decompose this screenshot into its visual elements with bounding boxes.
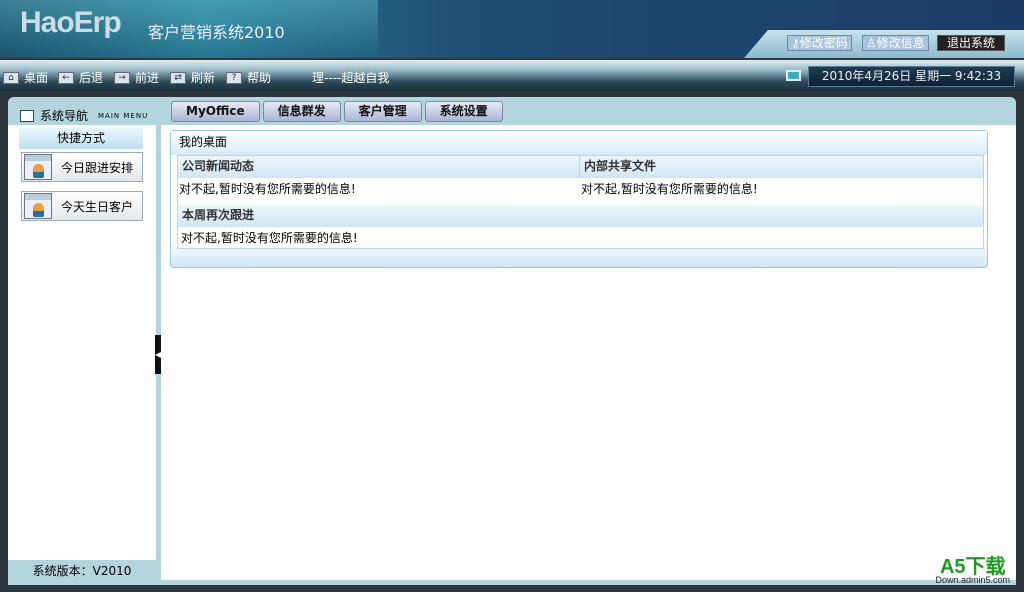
news-header: 公司新闻动态 <box>178 156 580 178</box>
watermark: A5下载 Down.admin5.com <box>935 557 1010 585</box>
datetime-display: 2010年4月26日 星期一 9:42:33 <box>808 66 1015 87</box>
toolbar-label: 桌面 <box>24 71 49 85</box>
toolbar-label: 帮助 <box>247 71 272 85</box>
help-icon: ? <box>226 71 242 84</box>
user-icon: ♙ <box>866 36 877 50</box>
arrow-left-icon: ← <box>58 71 74 84</box>
nav-title-en: MAIN MENU <box>98 111 149 120</box>
toolbar-forward[interactable]: → 前进 <box>114 69 159 86</box>
news-empty-text: 对不起,暂时没有您所需要的信息! <box>179 182 356 196</box>
desktop-header <box>171 131 987 155</box>
app-header: HaoErp 客户营销系统2010 ⚷修改密码 ♙修改信息 退出系统 <box>0 0 1024 58</box>
monitor-icon <box>786 70 801 81</box>
app-title: 客户营销系统2010 <box>148 23 285 42</box>
nav-title: 系统导航 MAIN MENU <box>20 107 148 124</box>
logo: HaoErp <box>20 6 122 39</box>
tab-settings[interactable]: 系统设置 <box>424 101 503 122</box>
tab-myoffice[interactable]: MyOffice <box>171 101 260 122</box>
change-info-label: 修改信息 <box>876 36 925 50</box>
change-info-button[interactable]: ♙修改信息 <box>862 35 929 51</box>
main-tabs: MyOffice 信息群发 客户管理 系统设置 <box>171 101 503 122</box>
version-text: 系统版本：V2010 <box>32 564 132 578</box>
toolbar-label: 前进 <box>135 71 160 85</box>
today-followup-button[interactable]: 今日跟进安排 <box>21 152 143 182</box>
toolbar-refresh[interactable]: ⇄ 刷新 <box>170 69 215 86</box>
contact-card-icon <box>24 154 52 180</box>
desktop-title: 我的桌面 <box>179 135 228 149</box>
logout-button[interactable]: 退出系统 <box>937 35 1006 51</box>
key-icon: ⚷ <box>791 36 800 50</box>
arrow-right-icon: → <box>114 71 130 84</box>
watermark-url: Down.admin5.com <box>935 575 1010 585</box>
contact-card-icon <box>24 193 52 219</box>
toolbar-desktop[interactable]: ⌂ 桌面 <box>3 69 48 86</box>
menu-icon <box>20 109 34 122</box>
desktop-grid: 公司新闻动态 内部共享文件 对不起,暂时没有您所需要的信息! 对不起,暂时没有您… <box>177 155 984 249</box>
followup-header: 本周再次跟进 <box>178 205 983 227</box>
toolbar-back[interactable]: ← 后退 <box>58 69 103 86</box>
followup-empty-text: 对不起,暂时没有您所需要的信息! <box>181 231 358 245</box>
sidebar: 快捷方式 今日跟进安排 今天生日客户 <box>8 125 156 560</box>
shortcuts-header: 快捷方式 <box>19 128 143 149</box>
toolbar-label: 后退 <box>79 71 104 85</box>
tab-customers[interactable]: 客户管理 <box>343 101 422 122</box>
refresh-icon: ⇄ <box>170 71 186 84</box>
home-icon: ⌂ <box>3 71 19 84</box>
files-header: 内部共享文件 <box>580 156 983 178</box>
files-empty-text: 对不起,暂时没有您所需要的信息! <box>581 182 758 196</box>
toolbar-label: 刷新 <box>191 71 216 85</box>
my-desktop-panel: 我的桌面 公司新闻动态 内部共享文件 对不起,暂时没有您所需要的信息! 对不起,… <box>170 130 988 268</box>
toolbar-help[interactable]: ? 帮助 <box>226 69 271 86</box>
change-password-button[interactable]: ⚷修改密码 <box>787 35 852 51</box>
shortcut-label: 今日跟进安排 <box>60 160 133 175</box>
change-password-label: 修改密码 <box>799 36 848 50</box>
marquee-text: 理----超越自我 <box>312 71 390 85</box>
nav-title-text: 系统导航 <box>40 109 89 123</box>
tab-messaging[interactable]: 信息群发 <box>262 101 341 122</box>
shortcut-label: 今天生日客户 <box>60 199 133 214</box>
birthday-customers-button[interactable]: 今天生日客户 <box>21 191 143 221</box>
